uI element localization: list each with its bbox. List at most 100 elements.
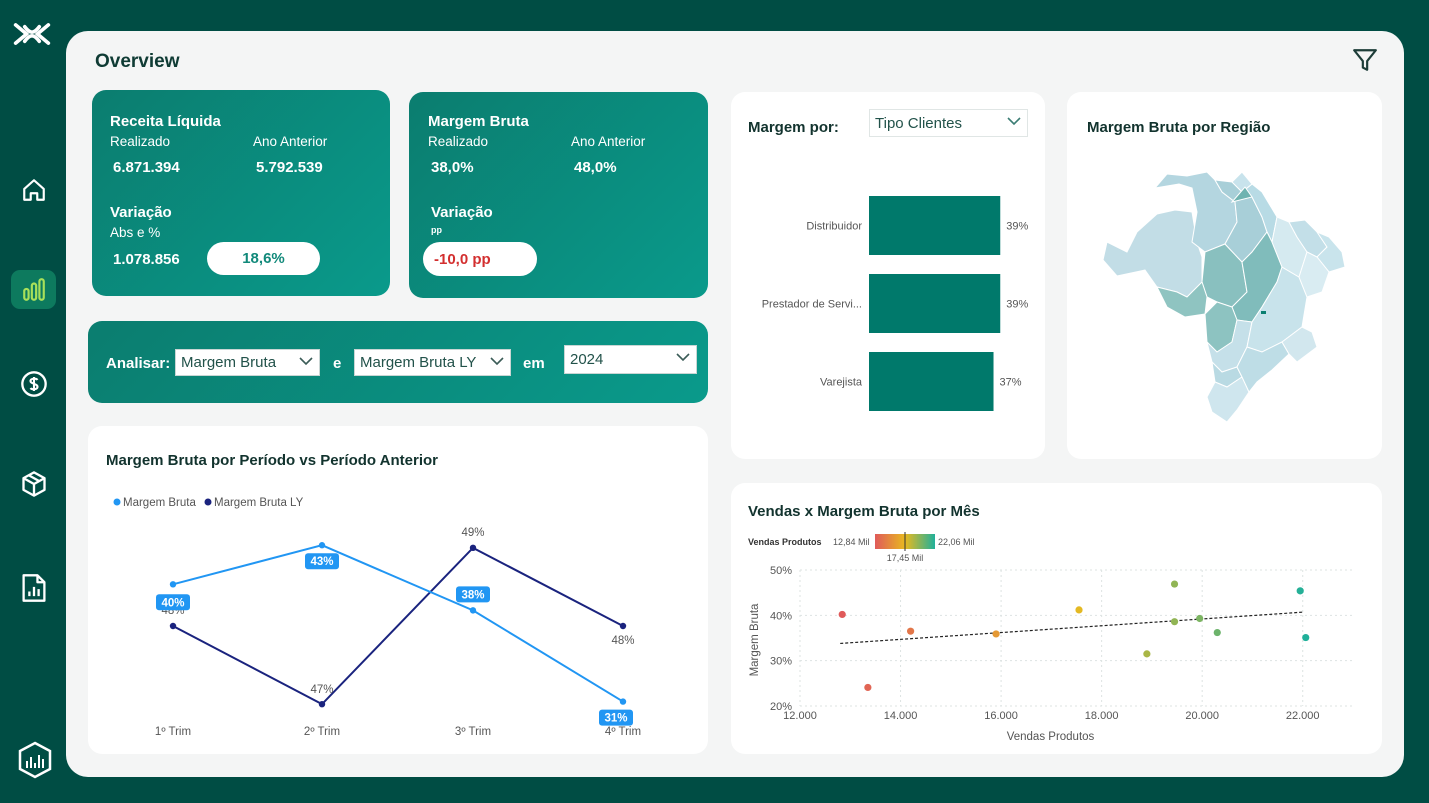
point-series2[interactable] <box>469 544 477 552</box>
bar-category-label: Varejista <box>820 377 863 389</box>
chevron-down-icon <box>299 357 313 366</box>
legend-swatch-series1 <box>113 498 121 506</box>
select-value: 2024 <box>570 351 604 368</box>
dollar-icon <box>21 371 47 397</box>
legend-title: Vendas Produtos <box>748 537 822 547</box>
bar-value-label: 39% <box>1006 299 1028 311</box>
map-card: Margem Bruta por Região <box>1067 92 1382 459</box>
scatter-point[interactable] <box>864 683 872 692</box>
kpi-title: Margem Bruta <box>428 113 529 130</box>
x-category-label: 1º Trim <box>155 726 191 738</box>
variacao-label: Variação <box>110 204 172 221</box>
nav-finance[interactable] <box>14 364 54 404</box>
scatter-point[interactable] <box>1143 650 1151 658</box>
line-series1[interactable] <box>172 544 624 703</box>
nav-home[interactable] <box>14 170 54 210</box>
realizado-label: Realizado <box>428 134 489 149</box>
x-tick-label: 22.000 <box>1286 710 1320 722</box>
legend-label-series1: Margem Bruta <box>123 497 196 509</box>
point-series1[interactable] <box>169 581 177 588</box>
x-category-label: 2º Trim <box>304 726 340 738</box>
bar-chart-icon <box>22 277 45 301</box>
conj-label: e <box>333 355 342 372</box>
point-series1[interactable] <box>318 542 326 549</box>
variacao-sub: pp <box>431 225 442 235</box>
point-series1[interactable] <box>469 607 477 614</box>
scatter-point[interactable] <box>992 630 1000 638</box>
bar-value-label: 39% <box>1006 221 1028 233</box>
x-tick-label: 18.000 <box>1085 710 1119 722</box>
box-icon <box>22 471 46 497</box>
filter-icon[interactable] <box>1352 47 1378 73</box>
bar-0[interactable] <box>869 196 1001 255</box>
x-category-label: 3º Trim <box>455 726 491 738</box>
scatter-point[interactable] <box>1170 580 1179 588</box>
analisar-bar: Analisar: Margem Bruta e Margem Bruta LY… <box>88 321 708 403</box>
legend-mid: 17,45 Mil <box>887 553 924 563</box>
data-label-series1: 31% <box>604 713 627 725</box>
scatter-chart: Vendas Produtos 12,84 Mil 22,06 Mil 17,45 M… <box>748 532 1353 743</box>
legend-label-series2: Margem Bruta LY <box>214 497 304 509</box>
point-series2[interactable] <box>318 700 326 708</box>
page-title: Overview <box>95 51 180 72</box>
y-tick-label: 30% <box>770 656 792 668</box>
point-series2[interactable] <box>169 622 177 630</box>
bar-2[interactable] <box>869 352 994 411</box>
scatter-point[interactable] <box>1196 614 1204 623</box>
brazil-map[interactable] <box>1067 92 1382 459</box>
scatter-point[interactable] <box>1296 587 1304 595</box>
y-tick-label: 40% <box>770 610 792 622</box>
x-tick-label: 14.000 <box>884 710 918 722</box>
kpi-receita-card: Receita Líquida Realizado Ano Anterior 6… <box>92 90 390 296</box>
point-series2[interactable] <box>619 622 627 630</box>
legend-max: 22,06 Mil <box>938 537 975 547</box>
realizado-value: 6.871.394 <box>113 159 180 176</box>
ano-anterior-label: Ano Anterior <box>253 134 328 149</box>
data-label-series2: 48% <box>611 635 634 647</box>
chevron-down-icon <box>676 353 690 362</box>
bar-chart: Distribuidor 39% Prestador de Servi... 39% V… <box>762 196 1028 411</box>
map-region-df[interactable] <box>1261 311 1266 314</box>
app-badge-icon <box>15 740 55 780</box>
scatter-point[interactable] <box>1075 606 1083 614</box>
line-chart: Margem Bruta Margem Bruta LY 48% 40% 1º Trim… <box>113 497 641 738</box>
scatter-card: Vendas x Margem Bruta por Mês Vendas Pro… <box>731 483 1382 754</box>
ano-anterior-label: Ano Anterior <box>571 134 646 149</box>
bar-value-label: 37% <box>1000 377 1022 389</box>
map-region[interactable] <box>1102 209 1203 298</box>
bar-1[interactable] <box>869 274 1001 333</box>
line-series2[interactable] <box>172 546 624 706</box>
variacao-abs: 1.078.856 <box>113 251 180 268</box>
nav-reports[interactable] <box>14 568 54 608</box>
em-label: em <box>523 355 545 372</box>
realizado-label: Realizado <box>110 134 171 149</box>
scatter-point[interactable] <box>838 610 846 619</box>
scatter-point[interactable] <box>1170 618 1179 626</box>
kpi-margem-card: Margem Bruta Realizado Ano Anterior 38,0… <box>409 92 708 298</box>
metric-select-2[interactable]: Margem Bruta LY <box>354 349 511 376</box>
select-value: Margem Bruta LY <box>360 354 477 371</box>
point-series1[interactable] <box>619 698 627 705</box>
data-label-series2: 49% <box>461 527 484 539</box>
scatter-point[interactable] <box>907 627 915 635</box>
nav-products[interactable] <box>14 464 54 504</box>
y-axis-label: Margem Bruta <box>749 603 761 676</box>
margem-por-card: Margem por: Tipo Clientes Distribuidor 39… <box>731 92 1045 459</box>
legend-swatch-series2 <box>204 498 212 506</box>
chevron-down-icon <box>490 357 504 366</box>
x-category-label: 4º Trim <box>605 726 641 738</box>
sidebar <box>0 0 66 803</box>
year-select[interactable]: 2024 <box>564 345 697 374</box>
main-panel: Overview Receita Líquida Realizado Ano A… <box>66 31 1404 777</box>
metric-select-1[interactable]: Margem Bruta <box>175 349 320 376</box>
legend-min: 12,84 Mil <box>833 537 870 547</box>
data-label-series1: 38% <box>461 589 484 601</box>
x-tick-label: 16.000 <box>984 710 1018 722</box>
scatter-point[interactable] <box>1302 633 1310 642</box>
home-icon <box>23 179 45 201</box>
realizado-value: 38,0% <box>431 159 474 176</box>
variacao-pp-badge: -10,0 pp <box>423 242 537 276</box>
nav-dashboard[interactable] <box>11 270 56 309</box>
scatter-point[interactable] <box>1213 628 1221 637</box>
variacao-label: Variação <box>431 204 493 221</box>
